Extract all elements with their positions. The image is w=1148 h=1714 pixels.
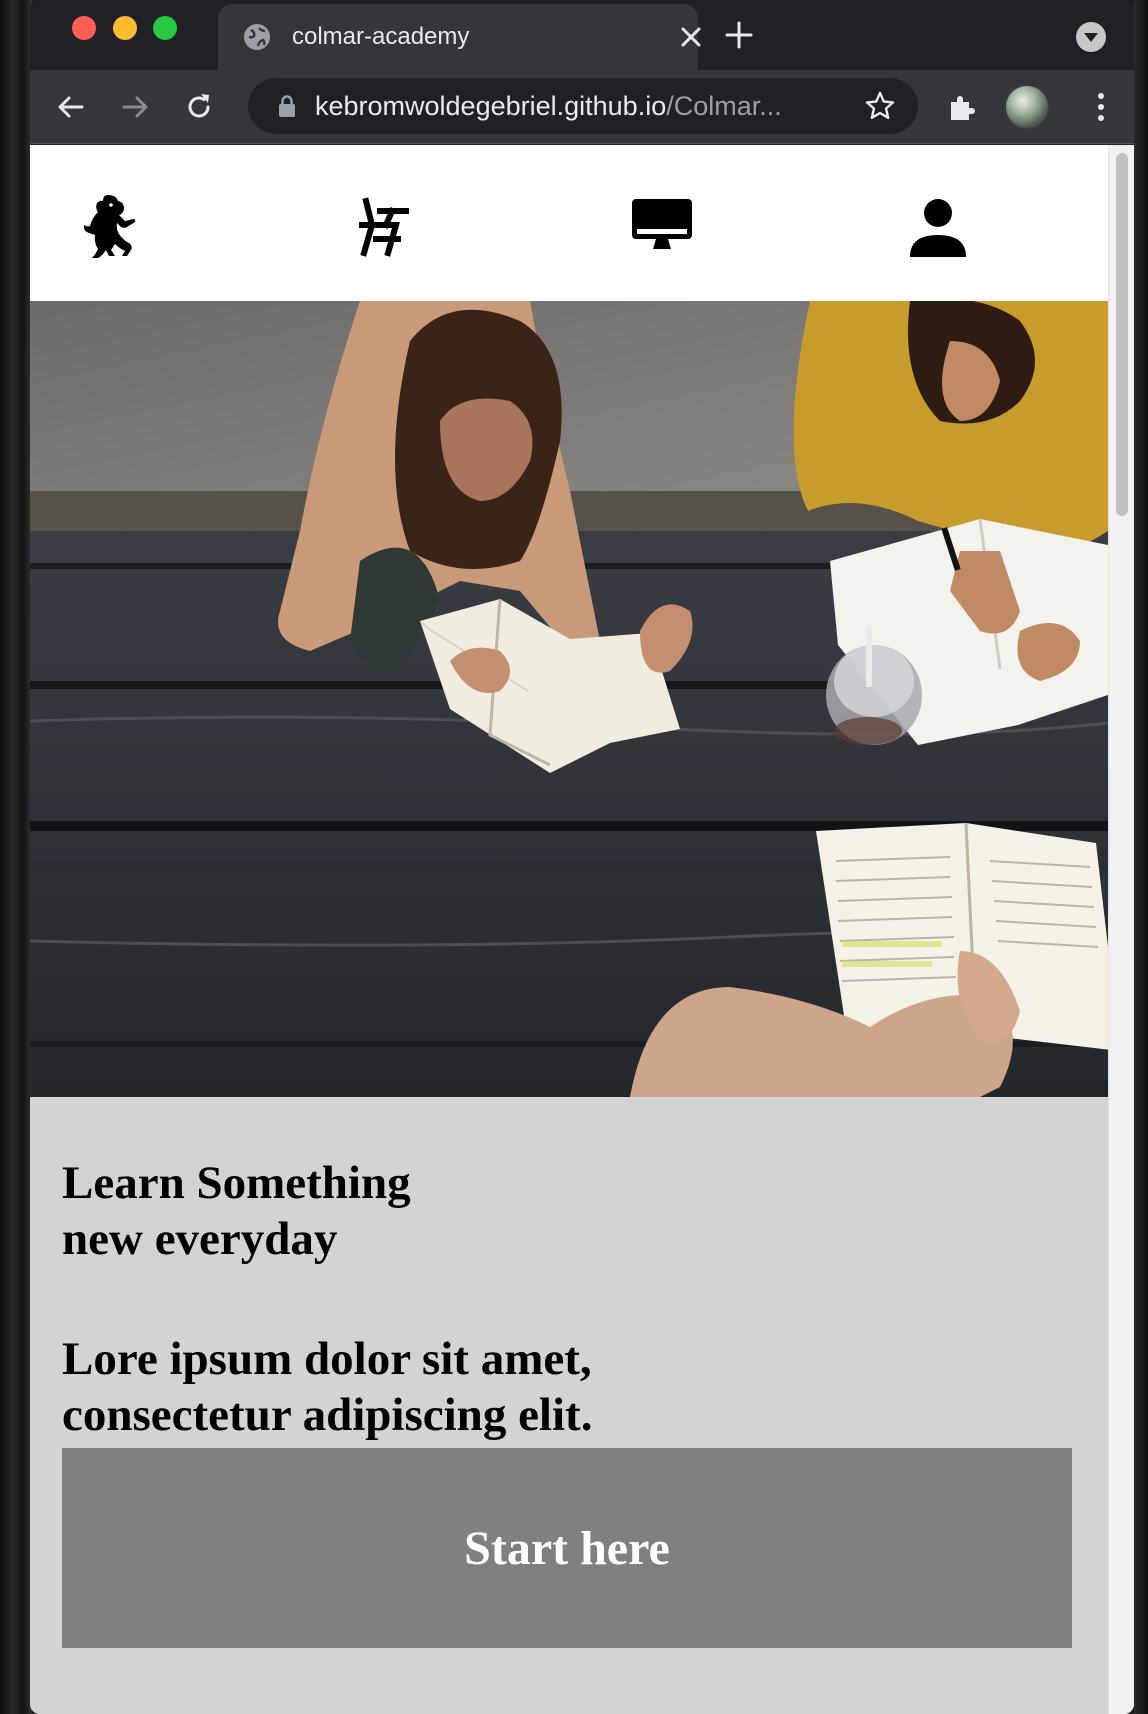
url-text: kebromwoldegebriel.github.io/Colmar... — [315, 91, 782, 122]
user-icon[interactable] — [906, 191, 970, 267]
globe-icon — [244, 24, 270, 50]
intro-section: Learn Something new everyday Lore ipsum … — [30, 1097, 1108, 1714]
url-host: kebromwoldegebriel.github.io — [315, 91, 667, 121]
desktop-background-right — [1134, 0, 1148, 1714]
tab-strip: colmar-academy — [30, 0, 1134, 70]
start-here-button[interactable]: Start here — [62, 1448, 1072, 1648]
browser-toolbar: kebromwoldegebriel.github.io/Colmar... — [30, 70, 1134, 144]
new-tab-icon[interactable] — [724, 20, 754, 50]
reload-icon[interactable] — [182, 90, 216, 124]
lock-icon[interactable] — [276, 94, 298, 118]
scrollbar-thumb[interactable] — [1116, 153, 1128, 516]
address-bar[interactable]: kebromwoldegebriel.github.io/Colmar... — [248, 78, 918, 134]
back-arrow-icon[interactable] — [54, 90, 88, 124]
students-studying-photo — [30, 301, 1108, 1097]
hero-image — [30, 301, 1108, 1097]
close-tab-icon[interactable] — [680, 26, 702, 48]
close-window-button[interactable] — [72, 16, 96, 40]
forward-arrow-icon[interactable] — [118, 90, 152, 124]
subheading-line-2: consectetur adipiscing elit. — [62, 1389, 593, 1441]
monitor-icon[interactable] — [630, 191, 694, 267]
heading-line-1: Learn Something — [62, 1157, 411, 1209]
intro-subheading: Lore ipsum dolor sit amet, consectetur a… — [62, 1331, 762, 1443]
chevron-down-icon — [1084, 33, 1098, 42]
page-scrollbar[interactable] — [1108, 145, 1134, 1714]
heading-line-2: new everyday — [62, 1213, 338, 1265]
desk-icon[interactable] — [352, 191, 416, 267]
desktop-background-left — [0, 0, 32, 1714]
tab-title: colmar-academy — [292, 23, 470, 50]
more-menu-icon[interactable] — [1084, 90, 1118, 124]
intro-heading: Learn Something new everyday — [62, 1155, 562, 1267]
tab-search-button[interactable] — [1076, 22, 1106, 52]
zoom-window-button[interactable] — [153, 16, 177, 40]
page-viewport: Learn Something new everyday Lore ipsum … — [30, 145, 1134, 1714]
browser-tab[interactable]: colmar-academy — [218, 4, 701, 70]
minimize-window-button[interactable] — [113, 16, 137, 40]
site-nav — [30, 145, 1108, 301]
browser-window: colmar-academy kebromwoldegebriel.github… — [30, 0, 1134, 1714]
subheading-line-1: Lore ipsum dolor sit amet, — [62, 1333, 592, 1385]
lion-logo-icon[interactable] — [78, 191, 142, 267]
profile-avatar[interactable] — [1004, 84, 1050, 130]
url-path: /Colmar... — [666, 91, 782, 121]
extensions-puzzle-icon[interactable] — [946, 90, 980, 124]
bookmark-star-icon[interactable] — [864, 90, 896, 122]
